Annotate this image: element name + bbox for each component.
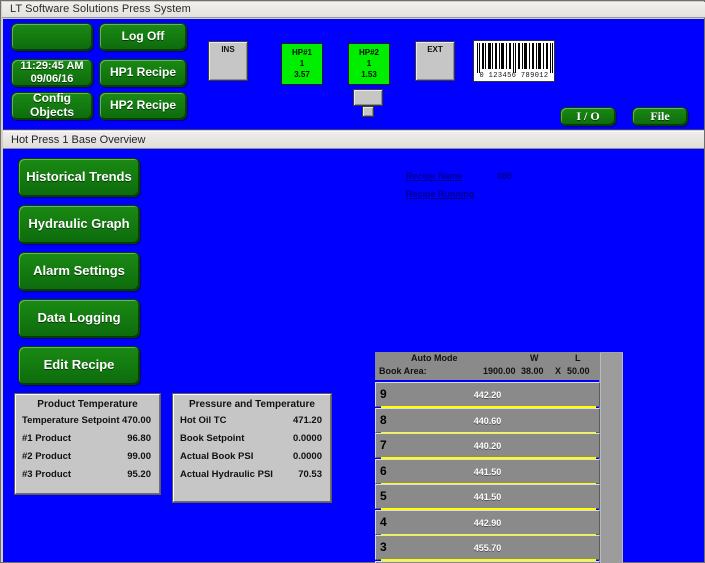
book-area-value: 1900.00 — [483, 366, 516, 376]
clock-date: 09/06/16 — [30, 73, 74, 85]
pressure-temperature-title: Pressure and Temperature — [189, 399, 315, 410]
product-temperature-value: 99.00 — [127, 451, 151, 462]
platen-row[interactable]: 3 455.70 — [375, 535, 600, 560]
sidebar-item-hydraulic-graph[interactable]: Hydraulic Graph — [18, 205, 140, 244]
pressure-temperature-key: Actual Hydraulic PSI — [180, 469, 273, 480]
file-button[interactable]: File — [632, 107, 688, 126]
hp2-count: 1 — [366, 58, 372, 68]
press-ram-rod-icon — [362, 106, 374, 117]
recipe-name-value: 080 — [497, 171, 513, 181]
platen-row[interactable]: 6 441.50 — [375, 458, 600, 484]
pressure-temperature-row: Book Setpoint 0.0000 — [180, 433, 324, 446]
product-temperature-value: 470.00 — [121, 415, 151, 426]
width-value: 38.00 — [521, 366, 544, 376]
product-temperature-row: #1 Product 96.80 — [22, 433, 153, 446]
auto-mode-label: Auto Mode — [411, 353, 458, 363]
press-ram-icon — [353, 89, 383, 106]
pressure-temperature-value: 471.20 — [292, 415, 322, 426]
pressure-temperature-row: Actual Book PSI 0.0000 — [180, 451, 324, 464]
barcode-bars-icon — [477, 43, 553, 73]
product-temperature-key: #3 Product — [22, 469, 72, 480]
product-temperature-key: Temperature Setpoint — [22, 415, 120, 426]
product-temperature-title: Product Temperature — [37, 399, 138, 410]
platen-temperature-value: 455.70 — [473, 543, 502, 553]
platen-temperature-value: 441.50 — [473, 466, 502, 477]
barcode-digits: 0 123456 789012 — [479, 72, 549, 80]
application-window: LT Software Solutions Press System 11:29… — [0, 0, 705, 563]
dimension-multiply-symbol: X — [555, 366, 562, 376]
clock-button[interactable]: 11:29:45 AM 09/06/16 — [11, 59, 93, 87]
press-stack-diagram: Auto Mode Book Area: 1900.00 W L 38.00 X… — [375, 352, 623, 563]
barcode-image: 0 123456 789012 — [473, 40, 555, 82]
sidebar-item-alarm-settings[interactable]: Alarm Settings — [18, 252, 140, 291]
hp1-value: 3.57 — [294, 69, 310, 79]
window-title: LT Software Solutions Press System — [10, 3, 191, 15]
width-header-label: W — [530, 353, 539, 363]
product-temperature-row: #3 Product 95.20 — [22, 469, 153, 482]
pressure-temperature-key: Book Setpoint — [180, 433, 245, 444]
pressure-temperature-value: 0.0000 — [292, 451, 322, 462]
platen-row[interactable]: 5 441.50 — [375, 484, 600, 509]
sidebar-item-data-logging[interactable]: Data Logging — [18, 299, 140, 338]
length-header-label: L — [575, 353, 581, 363]
pressure-temperature-row: Hot Oil TC 471.20 — [180, 415, 324, 428]
platen-row[interactable]: 7 440.20 — [375, 433, 600, 458]
main-content-panel: Historical Trends Hydraulic Graph Alarm … — [3, 149, 704, 563]
clock-time: 11:29:45 AM — [20, 60, 84, 73]
pressure-temperature-key: Actual Book PSI — [180, 451, 254, 462]
window-frame: LT Software Solutions Press System 11:29… — [0, 0, 705, 563]
header-panel: 11:29:45 AM 09/06/16 Config Objects Log … — [3, 19, 704, 130]
product-temperature-value: 95.20 — [127, 469, 151, 480]
recipe-running-label[interactable]: Recipe Running — [406, 189, 475, 199]
sidebar-item-historical-trends[interactable]: Historical Trends — [18, 158, 140, 197]
product-temperature-row: #2 Product 99.00 — [22, 451, 153, 464]
recipe-name-label[interactable]: Recipe Name — [406, 171, 463, 181]
hp1-count: 1 — [299, 58, 305, 68]
screen-title-bar: Hot Press 1 Base Overview — [3, 131, 704, 149]
title-bar: LT Software Solutions Press System — [2, 2, 705, 18]
platen-temperature-value: 442.20 — [473, 390, 502, 400]
pressure-temperature-key: Hot Oil TC — [180, 415, 227, 426]
hp2-indicator[interactable]: HP#2 1 1.53 — [348, 43, 390, 85]
product-temperature-panel: Product Temperature Temperature Setpoint… — [14, 393, 161, 495]
product-temperature-row: Temperature Setpoint 470.00 — [22, 415, 153, 428]
pressure-temperature-row: Actual Hydraulic PSI 70.53 — [180, 469, 324, 482]
log-off-button[interactable]: Log Off — [99, 23, 187, 51]
product-temperature-value: 96.80 — [127, 433, 151, 444]
platen-row[interactable]: 4 442.90 — [375, 509, 600, 535]
platen-row[interactable]: 8 440.60 — [375, 407, 600, 433]
sidebar-item-edit-recipe[interactable]: Edit Recipe — [18, 346, 140, 385]
product-temperature-key: #1 Product — [22, 433, 72, 444]
pressure-temperature-value: 70.53 — [298, 469, 322, 480]
hp2-label: HP#2 — [358, 47, 379, 57]
platen-temperature-value: 442.90 — [473, 517, 502, 528]
length-value: 50.00 — [567, 366, 590, 376]
ext-indicator[interactable]: EXT — [415, 41, 455, 81]
book-area-label: Book Area: — [379, 366, 427, 376]
hp1-recipe-button[interactable]: HP1 Recipe — [99, 59, 187, 87]
hp2-value: 1.53 — [361, 69, 377, 79]
press-stack-header: Auto Mode Book Area: 1900.00 W L 38.00 X… — [375, 352, 600, 380]
pressure-temperature-panel: Pressure and Temperature Hot Oil TC 471.2… — [172, 393, 332, 503]
ins-indicator[interactable]: INS — [208, 41, 248, 81]
io-button[interactable]: I / O — [560, 107, 616, 126]
platen-temperature-value: 440.60 — [473, 415, 502, 426]
pressure-temperature-value: 0.0000 — [292, 433, 322, 444]
screen-title: Hot Press 1 Base Overview — [11, 134, 146, 146]
config-objects-button[interactable]: Config Objects — [11, 91, 93, 120]
platen-row[interactable]: 9 442.20 — [375, 382, 600, 407]
hp1-label: HP#1 — [291, 47, 312, 57]
hp2-recipe-button[interactable]: HP2 Recipe — [99, 92, 187, 120]
platen-temperature-value: 440.20 — [473, 441, 502, 451]
hp1-indicator[interactable]: HP#1 1 3.57 — [281, 43, 323, 85]
blank-button[interactable] — [11, 23, 93, 51]
product-temperature-key: #2 Product — [22, 451, 72, 462]
platen-temperature-value: 441.50 — [473, 492, 502, 502]
